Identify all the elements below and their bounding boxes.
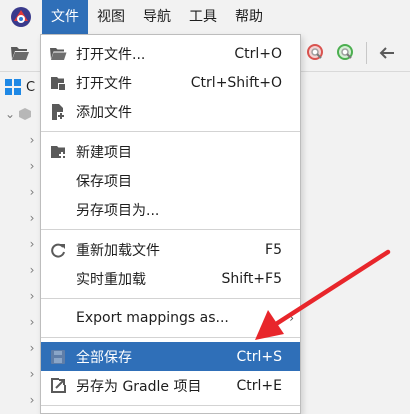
menu-item-label: 新建项目 [76, 144, 132, 161]
tree-node-row[interactable]: › [24, 309, 40, 335]
menu-item-label: 保存项目 [76, 173, 132, 190]
chevron-right-icon[interactable]: › [24, 393, 40, 407]
file-open-icon [51, 76, 65, 90]
tree-node-row[interactable]: › [24, 231, 40, 257]
tree-expanded-row[interactable]: ⌄ [2, 101, 32, 127]
menu-item-live-reload[interactable]: 实时重加载 Shift+F5 [41, 264, 300, 293]
tree-node-row[interactable]: › [24, 205, 40, 231]
tree-node-row[interactable]: › [24, 283, 40, 309]
menu-separator [41, 337, 300, 338]
chevron-right-icon[interactable]: › [24, 237, 40, 251]
menu-item-open-file-dialog[interactable]: 打开文件... Ctrl+O [41, 39, 300, 68]
menu-item-label: Export mappings as... [76, 309, 229, 326]
menu-item-label: 另存项目为... [76, 202, 160, 219]
menu-item-open-file[interactable]: 打开文件 Ctrl+Shift+O [41, 68, 300, 97]
menu-item-add-file[interactable]: 添加文件 [41, 97, 300, 126]
menu-item-shortcut: Ctrl+E [236, 377, 283, 394]
chevron-right-icon[interactable]: › [24, 133, 40, 147]
chevron-right-icon[interactable]: › [24, 315, 40, 329]
export-icon [51, 377, 66, 393]
menu-item-shortcut: F5 [265, 241, 282, 258]
menu-separator [41, 131, 300, 132]
menu-item-label: 实时重加载 [76, 271, 146, 288]
menu-item-shortcut: Shift+F5 [221, 270, 282, 287]
chevron-right-icon[interactable]: › [24, 159, 40, 173]
tree-node-row[interactable]: › [24, 179, 40, 205]
tree-root-label: C [26, 79, 36, 95]
folder-open-icon [50, 47, 67, 60]
tree-node-row[interactable]: › [24, 153, 40, 179]
app-logo-icon [11, 7, 31, 27]
menu-help[interactable]: 帮助 [226, 0, 272, 34]
search-text-icon[interactable] [336, 43, 356, 63]
reload-icon [51, 243, 65, 258]
chevron-right-icon[interactable]: › [24, 211, 40, 225]
chevron-right-icon[interactable]: › [24, 341, 40, 355]
menu-item-label: 全部保存 [76, 349, 132, 366]
menu-item-label: 另存为 Gradle 项目 [76, 378, 202, 395]
tree-node-row[interactable]: › [24, 257, 40, 283]
windows-logo-icon [5, 79, 21, 95]
menu-item-reload-files[interactable]: 重新加载文件 F5 [41, 235, 300, 264]
menu-item-label: 打开文件... [76, 46, 146, 63]
chevron-down-icon[interactable]: ⌄ [2, 107, 18, 121]
new-project-icon [51, 145, 65, 158]
menu-item-shortcut: Ctrl+O [234, 45, 282, 62]
menu-item-label: 添加文件 [76, 104, 132, 121]
menu-item-shortcut: Ctrl+Shift+O [190, 74, 282, 91]
menu-item-new-project[interactable]: 新建项目 [41, 137, 300, 166]
tree-node-row[interactable]: › [24, 127, 40, 153]
menu-separator [41, 229, 300, 230]
file-menu-dropdown: 打开文件... Ctrl+O 打开文件 Ctrl+Shift+O 添加文件 新建… [40, 34, 301, 414]
toolbar-divider [366, 42, 367, 64]
menu-bar: 文件 视图 导航 工具 帮助 [0, 0, 410, 34]
chevron-right-icon[interactable]: › [24, 367, 40, 381]
menu-navigate[interactable]: 导航 [134, 0, 180, 34]
menu-file[interactable]: 文件 [42, 0, 88, 34]
menu-item-save-project-as[interactable]: 另存项目为... [41, 195, 300, 224]
search-class-icon[interactable] [306, 43, 326, 63]
menu-item-save-all[interactable]: 全部保存 Ctrl+S [41, 342, 300, 371]
tree-root-row[interactable]: C [4, 74, 35, 100]
menu-item-export-mappings[interactable]: Export mappings as... › [41, 303, 300, 332]
file-add-icon [52, 103, 65, 120]
package-icon [19, 108, 31, 120]
menu-separator [41, 298, 300, 299]
menu-tools[interactable]: 工具 [180, 0, 226, 34]
menu-item-shortcut: Ctrl+S [236, 348, 282, 365]
open-folder-icon[interactable] [10, 44, 30, 62]
menu-item-label: 重新加载文件 [76, 242, 160, 259]
chevron-right-icon: › [289, 310, 294, 325]
save-icon [51, 349, 65, 364]
menu-item-label: 打开文件 [76, 75, 132, 92]
menu-item-save-project[interactable]: 保存项目 [41, 166, 300, 195]
menu-separator [41, 405, 300, 406]
chevron-right-icon[interactable]: › [24, 289, 40, 303]
tree-node-row[interactable]: › [24, 387, 40, 413]
chevron-right-icon[interactable]: › [24, 263, 40, 277]
menu-view[interactable]: 视图 [88, 0, 134, 34]
menu-item-export-gradle[interactable]: 另存为 Gradle 项目 Ctrl+E [41, 371, 300, 400]
back-arrow-icon[interactable] [378, 44, 396, 62]
tree-node-row[interactable]: › [24, 335, 40, 361]
chevron-right-icon[interactable]: › [24, 185, 40, 199]
tree-node-row[interactable]: › [24, 361, 40, 387]
